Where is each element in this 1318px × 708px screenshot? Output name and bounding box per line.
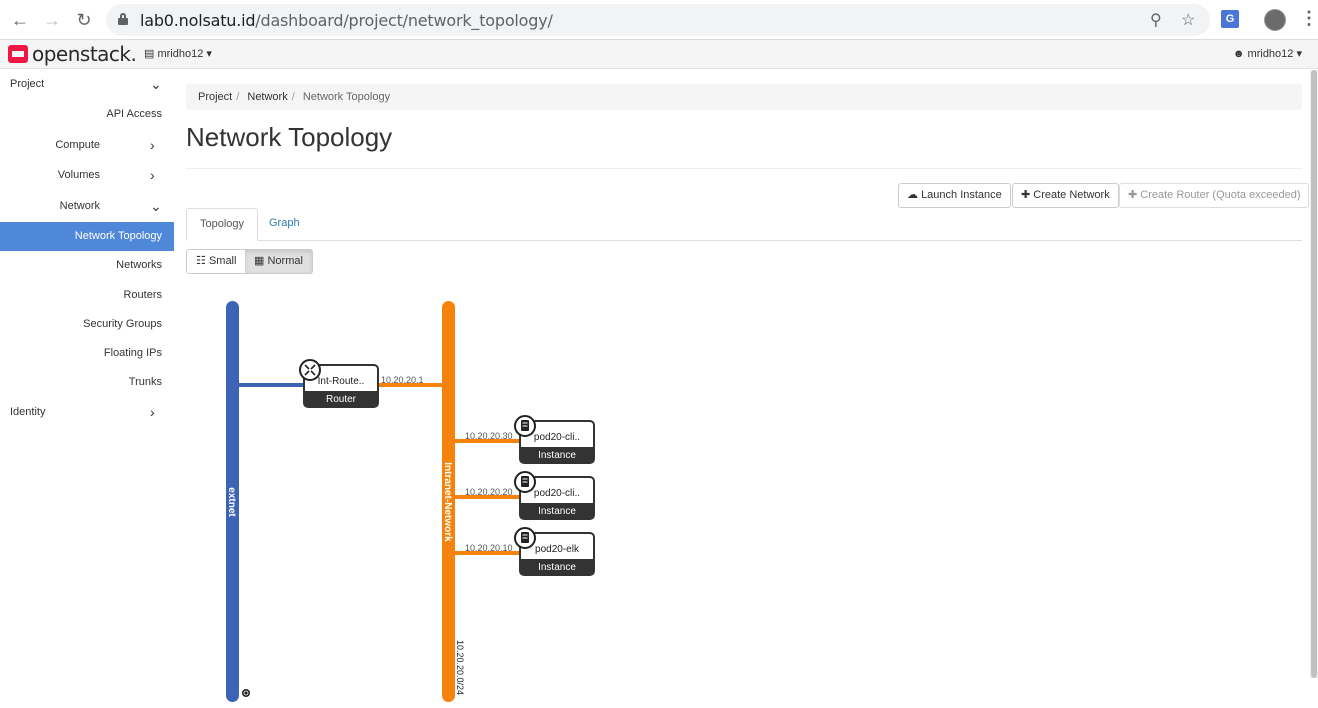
server-icon	[514, 471, 536, 493]
instance-ip-label: 10.20.20.10	[465, 543, 513, 553]
server-icon	[514, 527, 536, 549]
instance-node[interactable]: pod20-elk Instance	[514, 527, 595, 576]
network-label-intranet: Intranet-Network	[442, 462, 453, 542]
router-ip-label: 10.20.20.1	[381, 375, 424, 385]
router-type-label: Router	[326, 394, 357, 405]
instance-type-label: Instance	[538, 562, 576, 573]
instance-name: pod20-cli..	[534, 488, 580, 499]
router-icon	[299, 359, 321, 381]
instance-node[interactable]: pod20-cli.. Instance	[514, 471, 595, 520]
router-name: Int-Route..	[318, 376, 365, 387]
instance-name: pod20-elk	[535, 544, 580, 555]
instance-name: pod20-cli..	[534, 432, 580, 443]
instance-type-label: Instance	[538, 450, 576, 461]
page-scrollbar[interactable]	[1310, 70, 1318, 678]
network-cidr-label: 10.20.20.0/24	[455, 640, 465, 695]
instance-ip-label: 10.20.20.20	[465, 487, 513, 497]
globe-icon	[242, 689, 250, 697]
router-node[interactable]: Int-Route.. Router	[299, 359, 379, 408]
network-topology-canvas: extnet Intranet-Network 10.20.20.0/24 10…	[226, 301, 595, 702]
instance-node[interactable]: pod20-cli.. Instance	[514, 415, 595, 464]
instance-type-label: Instance	[538, 506, 576, 517]
server-icon	[514, 415, 536, 437]
instance-ip-label: 10.20.20.30	[465, 431, 513, 441]
network-label-extnet: extnet	[226, 487, 237, 517]
